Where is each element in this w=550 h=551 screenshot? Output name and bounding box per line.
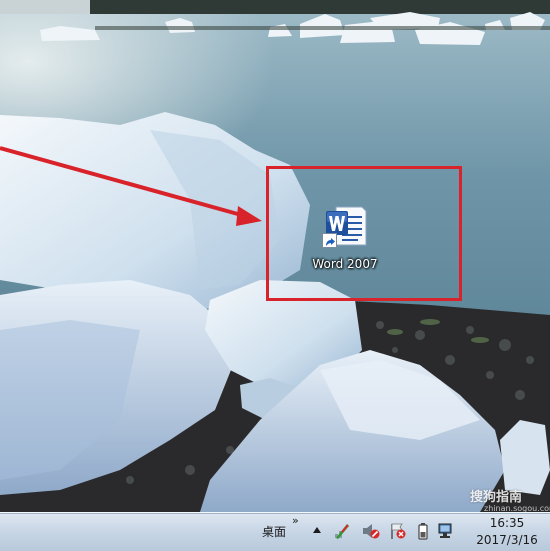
tray-date: 2017/3/16 [476,533,538,547]
network-icon[interactable] [333,522,351,540]
toolbar-chevron-button[interactable]: » [292,514,299,527]
desktop-icon-word-2007[interactable]: Word 2007 [300,205,390,275]
shortcut-arrow-icon [322,233,337,248]
desktop-toolbar-label[interactable]: 桌面 [262,523,286,540]
action-center-flag-icon[interactable] [389,522,407,540]
battery-icon[interactable] [414,522,432,540]
taskbar: 桌面 » 16:35 2017/3/16 [0,512,550,551]
tray-clock[interactable]: 16:35 2017/3/16 [466,515,548,549]
tray-time: 16:35 [489,516,525,530]
word-2007-shortcut-icon [322,205,368,249]
watermark-text: 搜狗指南 [470,490,523,505]
tray-expand-icon[interactable] [313,527,321,533]
display-icon[interactable] [437,522,455,540]
desktop-icon-label: Word 2007 [312,257,378,271]
volume-muted-icon[interactable] [362,522,380,540]
